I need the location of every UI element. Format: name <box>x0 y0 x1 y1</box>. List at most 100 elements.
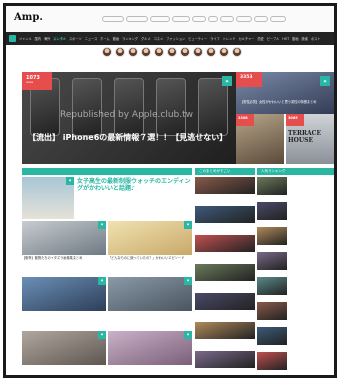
nav-item[interactable]: 動画 <box>113 36 119 41</box>
nav-item[interactable]: ファッション <box>166 36 185 41</box>
article-card[interactable]: ▣ <box>108 277 192 321</box>
writer-avatar[interactable] <box>219 47 229 57</box>
tag-pill[interactable] <box>172 16 190 22</box>
tag-pill[interactable] <box>102 16 124 22</box>
tag-pill[interactable] <box>150 16 170 22</box>
nav-item[interactable]: HOT <box>282 37 289 41</box>
nav-item[interactable]: カルチャー <box>238 36 254 41</box>
article-title[interactable]: 「どんなものに使っていたの？」かわいいエピソード <box>108 256 192 260</box>
nav-item[interactable]: ホーム <box>100 36 109 41</box>
views-count: 3353 <box>240 75 253 80</box>
article-card[interactable]: ▣ <box>22 277 106 321</box>
writer-avatar[interactable] <box>128 47 138 57</box>
views-unit: views <box>26 81 34 84</box>
feature-article[interactable]: ▣ 女子高生の最新制服ウォッチのエンディングがかわいいと話題♪ <box>22 177 192 219</box>
writer-avatars <box>102 47 242 57</box>
article-thumbnail <box>108 331 192 365</box>
category-icon: ▣ <box>66 177 74 185</box>
ranking-thumbnail <box>257 177 287 195</box>
nav-item[interactable]: ピープル <box>267 36 280 41</box>
side-hero-article[interactable]: 2308 <box>236 114 284 164</box>
tag-pill[interactable] <box>254 16 268 22</box>
category-icon: ▣ <box>320 76 330 86</box>
side-hero-title[interactable]: 【男性必見】女性がかわいいと思う男性の特徴まとめ <box>240 100 330 104</box>
article-thumbnail <box>108 221 192 255</box>
writer-avatar[interactable] <box>232 47 242 57</box>
site-logo[interactable]: Amp. <box>14 12 43 23</box>
side-hero-panel: 3353 ▣ 【男性必見】女性がかわいいと思う男性の特徴まとめ 2308 306… <box>236 72 334 164</box>
home-icon[interactable] <box>9 35 16 42</box>
pickup-item[interactable] <box>195 206 255 224</box>
nav-item[interactable]: グルメ <box>141 36 151 41</box>
feature-title[interactable]: 女子高生の最新制服ウォッチのエンディングがかわいいと話題♪ <box>77 178 191 192</box>
tag-pill[interactable] <box>236 16 252 22</box>
ranking-item[interactable] <box>257 227 334 245</box>
nav-item[interactable]: ポスト <box>311 36 321 41</box>
nav-item[interactable]: 海外 <box>44 36 50 41</box>
side-hero-article[interactable]: 3353 ▣ 【男性必見】女性がかわいいと思う男性の特徴まとめ <box>236 72 334 114</box>
ranking-item[interactable] <box>257 327 334 345</box>
article-card[interactable]: ▣ 「どんなものに使っていたの？」かわいいエピソード <box>108 221 192 265</box>
nav-item[interactable]: ニュース <box>85 36 98 41</box>
ranking-item[interactable] <box>257 277 334 295</box>
nav-item[interactable]: ジャンル <box>19 36 32 41</box>
ranking-thumbnail <box>257 327 287 345</box>
pickup-item[interactable] <box>195 235 255 253</box>
hero-article[interactable]: 1073 views ▣ Republished by Apple.club.t… <box>22 72 236 164</box>
pickup-item[interactable] <box>195 177 255 195</box>
pickup-item[interactable] <box>195 264 255 282</box>
tag-pill[interactable] <box>208 16 218 22</box>
nav-item[interactable]: 動画 <box>292 36 298 41</box>
category-icon: ▣ <box>98 331 106 339</box>
nav-item[interactable]: ビューティー <box>188 36 207 41</box>
page-frame: Amp. ジャンル 国内 海外 エンタメ スポーツ ニュース ホーム 動画 ランキング グルメ コス… <box>3 3 337 378</box>
nav-item[interactable]: ライフ <box>210 36 220 41</box>
ranking-thumbnail <box>257 277 287 295</box>
writer-avatar[interactable] <box>154 47 164 57</box>
pickup-item[interactable] <box>195 322 255 340</box>
writer-avatar[interactable] <box>206 47 216 57</box>
article-card[interactable]: ▣ 【衝撃】動物たちのイタズラ画像集まとめ <box>22 221 106 265</box>
phone-image <box>114 78 144 136</box>
nav-item[interactable]: 読者 <box>302 36 308 41</box>
writer-avatar[interactable] <box>115 47 125 57</box>
ranking-thumbnail <box>257 302 287 320</box>
ranking-item[interactable] <box>257 352 334 370</box>
pickup-thumbnail <box>195 206 255 223</box>
pickup-section-header: このまとめがすごい <box>195 168 255 175</box>
ranking-section-header: 人気ランキング <box>257 168 334 175</box>
writer-avatar[interactable] <box>167 47 177 57</box>
pickup-item[interactable] <box>195 351 255 369</box>
ranking-item[interactable] <box>257 202 334 220</box>
tag-pill[interactable] <box>126 16 148 22</box>
ranking-item[interactable] <box>257 252 334 270</box>
nav-item[interactable]: エンタメ <box>53 36 66 41</box>
ranking-thumbnail <box>257 252 287 270</box>
nav-item[interactable]: 恋愛 <box>257 36 263 41</box>
nav-item[interactable]: トレンド <box>223 36 236 41</box>
article-card[interactable]: ▣ <box>108 331 192 375</box>
nav-item[interactable]: スポーツ <box>69 36 82 41</box>
nav-item[interactable]: ランキング <box>122 36 138 41</box>
tag-pill-list <box>102 16 286 22</box>
writer-avatar[interactable] <box>141 47 151 57</box>
tag-pill[interactable] <box>220 16 234 22</box>
ranking-item[interactable] <box>257 177 334 195</box>
category-icon: ▣ <box>222 76 232 86</box>
article-thumbnail <box>22 331 106 365</box>
hero-title[interactable]: 【流出】 iPhone6の最新情報７選！！【見逃せない】 <box>28 133 228 143</box>
writer-avatar[interactable] <box>180 47 190 57</box>
nav-item[interactable]: 国内 <box>35 36 41 41</box>
tag-pill[interactable] <box>270 16 286 22</box>
nav-item[interactable]: コスメ <box>154 36 164 41</box>
pickup-thumbnail <box>195 264 255 281</box>
ranking-item[interactable] <box>257 302 334 320</box>
category-icon: ▣ <box>98 221 106 229</box>
writer-avatar[interactable] <box>102 47 112 57</box>
article-card[interactable]: ▣ <box>22 331 106 375</box>
article-title[interactable]: 【衝撃】動物たちのイタズラ画像集まとめ <box>22 256 106 260</box>
tag-pill[interactable] <box>192 16 206 22</box>
side-hero-article[interactable]: 3065 TERRACE HOUSE <box>286 114 334 164</box>
pickup-item[interactable] <box>195 293 255 311</box>
writer-avatar[interactable] <box>193 47 203 57</box>
